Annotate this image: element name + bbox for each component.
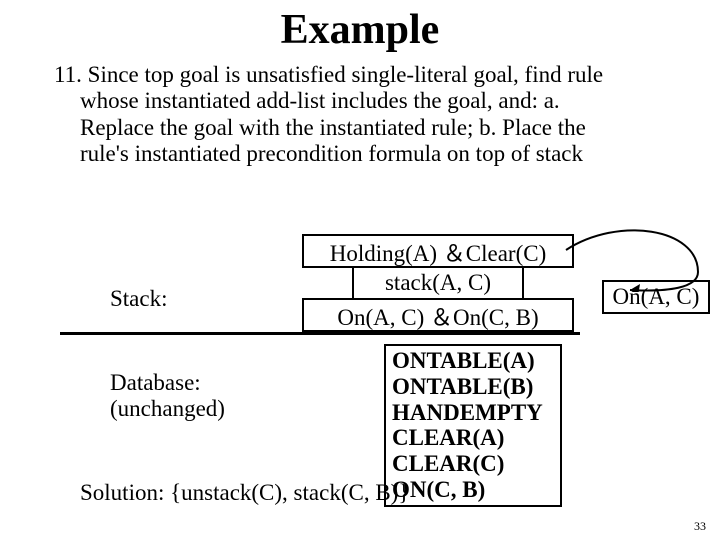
stack-label: Stack: xyxy=(110,286,168,312)
db-item: ONTABLE(B) xyxy=(392,374,554,400)
solution-text: Solution: {unstack(C), stack(C, B)} xyxy=(80,480,409,506)
database-label-line2: (unchanged) xyxy=(110,396,225,421)
db-item: ON(C, B) xyxy=(392,477,554,503)
db-item: CLEAR(A) xyxy=(392,425,554,451)
side-goal-box: On(A, C) xyxy=(602,280,710,314)
slide-title: Example xyxy=(0,6,720,54)
db-item: HANDEMPTY xyxy=(392,400,554,426)
divider-line xyxy=(60,332,580,335)
stack-row-mid: stack(A, C) xyxy=(352,266,524,300)
stack-row-top: Holding(A) ＆Clear(C) xyxy=(302,234,574,268)
page-number: 33 xyxy=(694,519,706,534)
database-label-line1: Database: xyxy=(110,370,201,395)
stack-row-bottom: On(A, C) ＆On(C, B) xyxy=(302,298,574,332)
body-paragraph: 11. Since top goal is unsatisfied single… xyxy=(54,62,624,168)
body-text: 11. Since top goal is unsatisfied single… xyxy=(54,62,624,168)
db-item: ONTABLE(A) xyxy=(392,348,554,374)
database-box: ONTABLE(A) ONTABLE(B) HANDEMPTY CLEAR(A)… xyxy=(384,344,562,507)
database-label: Database: (unchanged) xyxy=(110,370,225,423)
db-item: CLEAR(C) xyxy=(392,451,554,477)
slide: Example 11. Since top goal is unsatisfie… xyxy=(0,0,720,540)
